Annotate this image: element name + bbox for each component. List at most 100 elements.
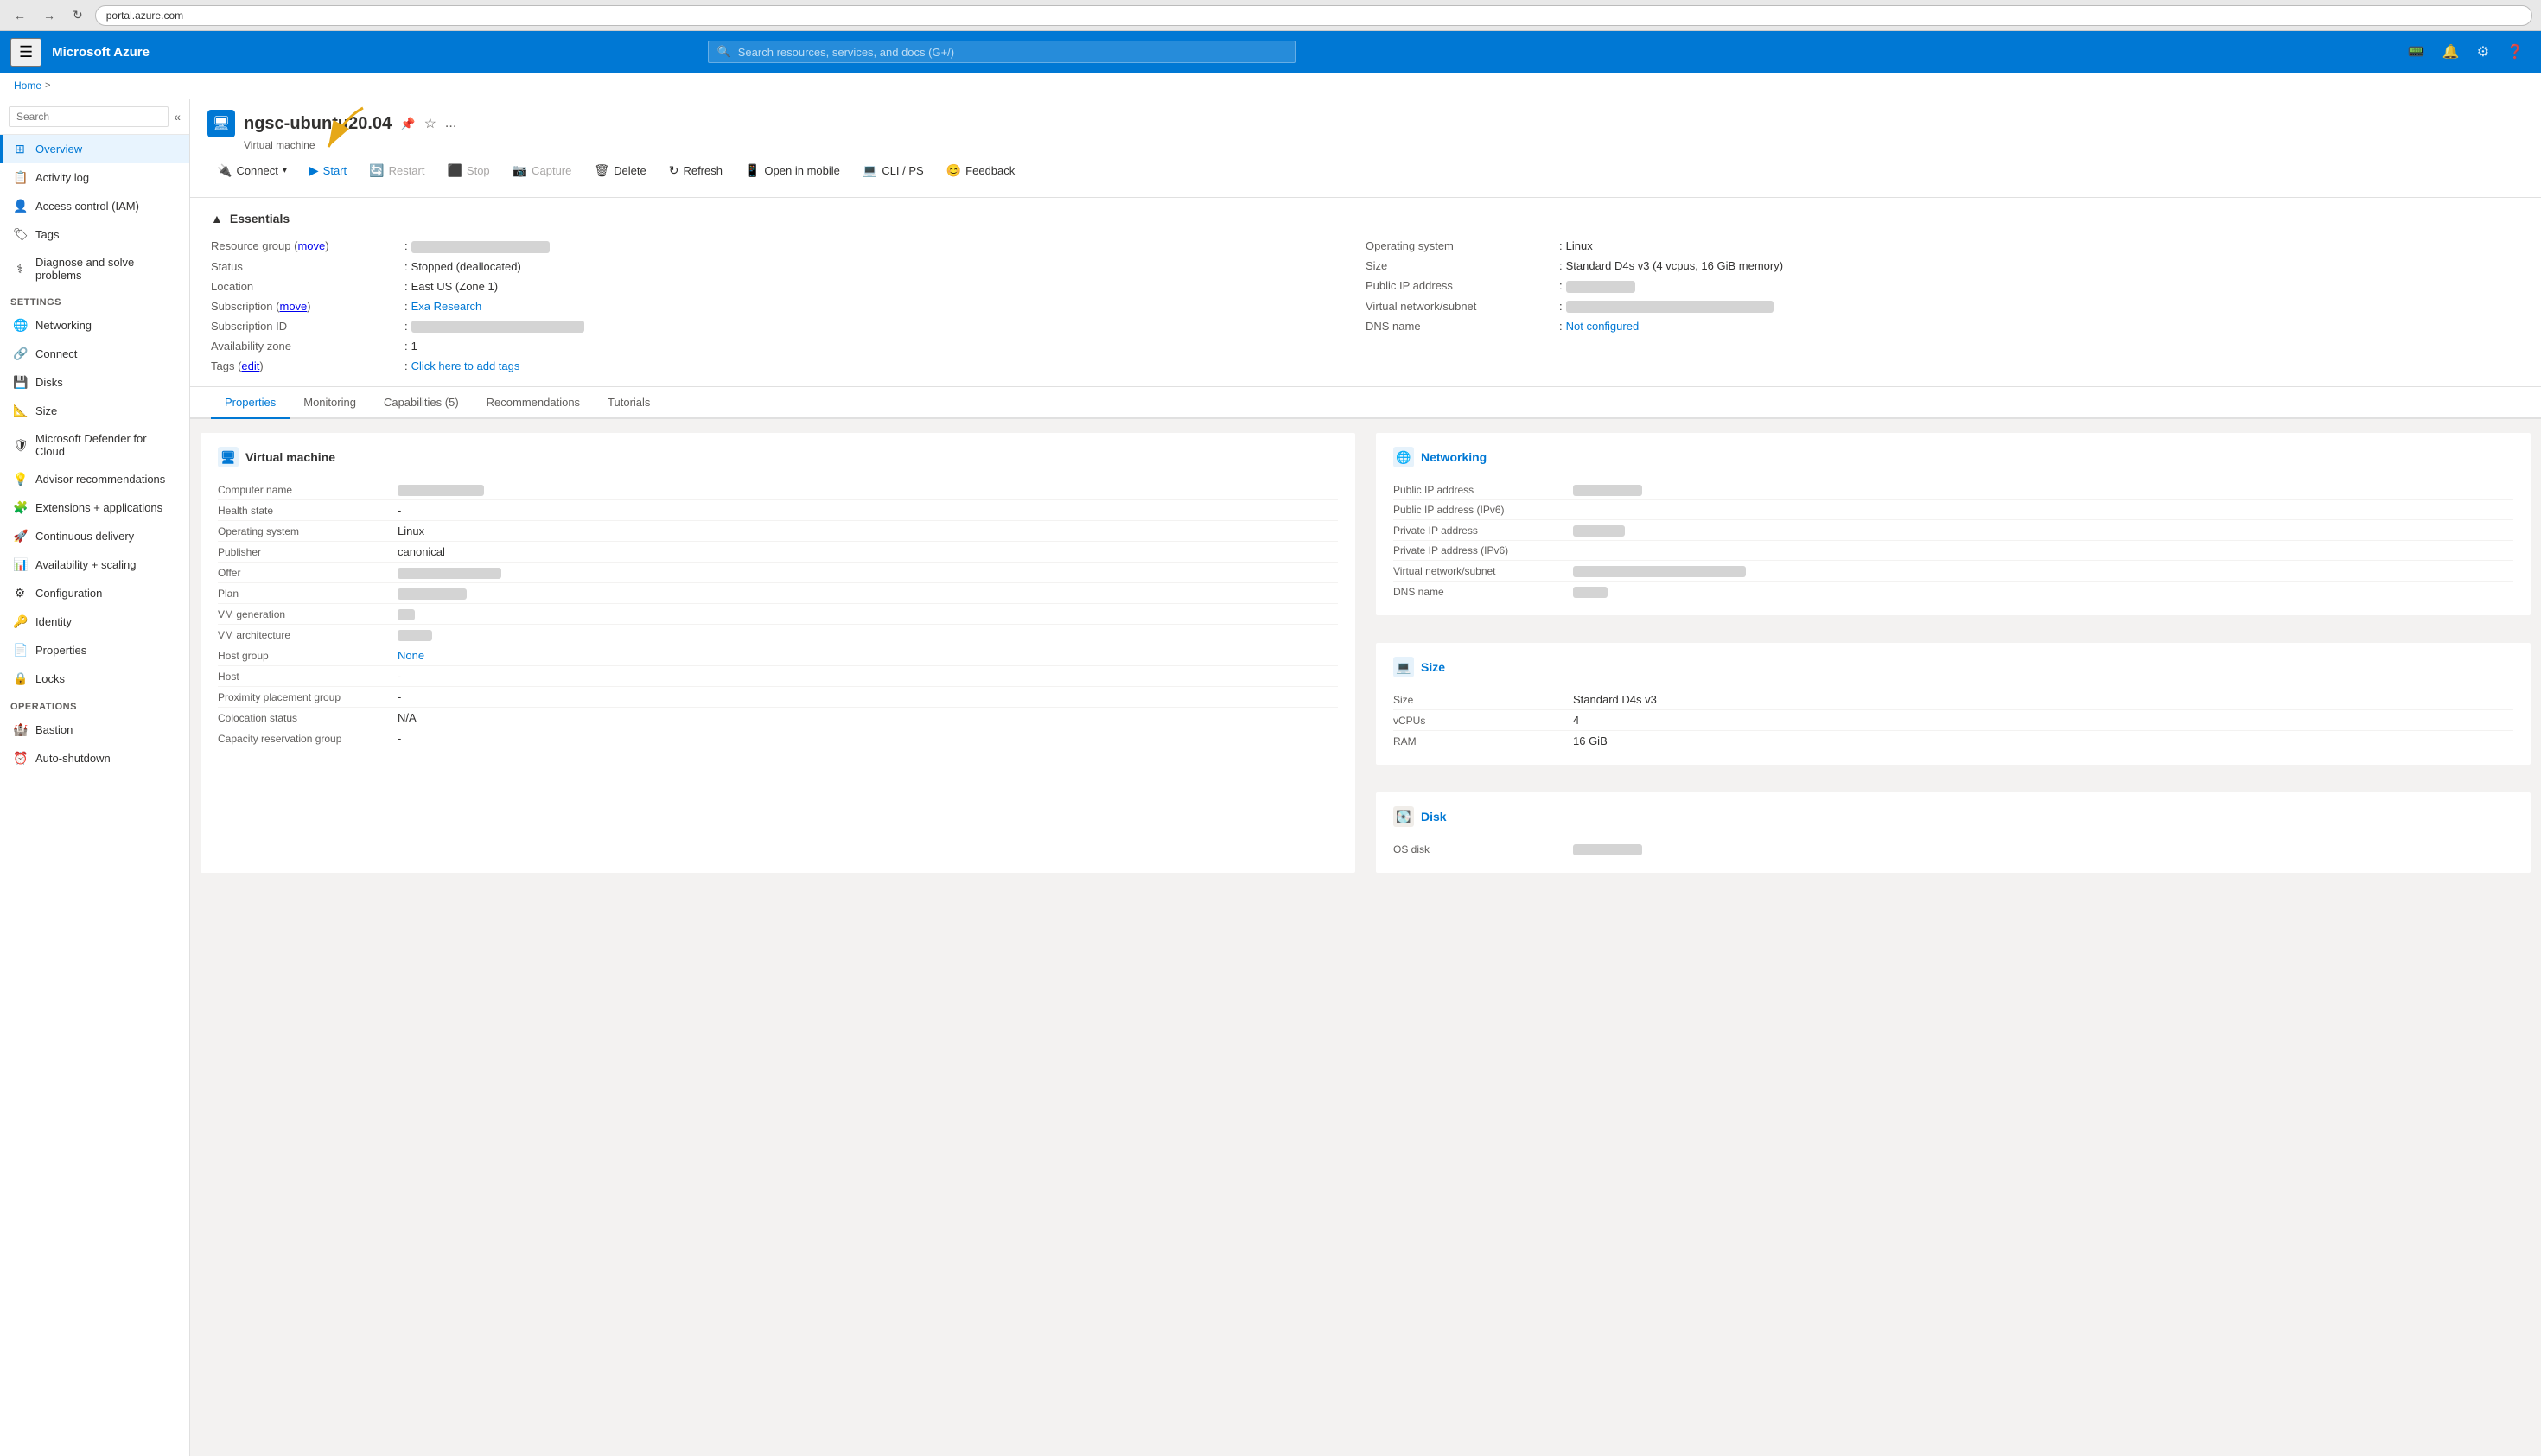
health-state-value: -	[398, 504, 401, 517]
rg-move-link[interactable]: move	[297, 239, 325, 252]
forward-button[interactable]: →	[38, 5, 60, 26]
tags-edit-link[interactable]: edit	[241, 359, 259, 372]
sidebar-item-tags[interactable]: 🏷 Tags	[0, 220, 189, 249]
networking-section: 🌐 Networking Public IP address Public IP…	[1376, 433, 2531, 615]
capture-btn-icon: 📷	[513, 163, 527, 178]
resource-header: 🖥 ngsc-ubuntu20.04 📌 ☆ ... Virtual machi…	[190, 99, 2541, 198]
net-private-ip-v6: Private IP address (IPv6)	[1393, 541, 2513, 561]
sidebar-item-bastion[interactable]: 🏰 Bastion	[0, 715, 189, 744]
settings-icon[interactable]: ⚙	[2470, 38, 2496, 66]
feedback-button[interactable]: 😊 Feedback	[937, 158, 1025, 183]
prop-colocation: Colocation status N/A	[218, 708, 1338, 728]
tab-tutorials[interactable]: Tutorials	[594, 387, 664, 419]
net-vnet-blurred	[1573, 566, 1746, 577]
sidebar-item-availability[interactable]: 📊 Availability + scaling	[0, 550, 189, 579]
sidebar-item-overview[interactable]: ⊞ Overview	[0, 135, 189, 163]
bastion-icon: 🏰	[13, 722, 27, 737]
stop-button[interactable]: ⬛ Stop	[437, 158, 499, 183]
essentials-header: ▲ Essentials	[211, 212, 2520, 226]
url-bar[interactable]	[95, 5, 2532, 26]
sidebar-item-configuration[interactable]: ⚙ Configuration	[0, 579, 189, 607]
sidebar-item-identity[interactable]: 🔑 Identity	[0, 607, 189, 636]
sidebar-item-size[interactable]: 📐 Size	[0, 397, 189, 425]
essentials-right-col: Operating system : Linux Size : Standard…	[1366, 239, 2520, 372]
host-value: -	[398, 670, 401, 683]
pin-button[interactable]: 📌	[400, 117, 415, 131]
help-icon[interactable]: ❓	[2500, 38, 2531, 66]
sidebar-item-extensions[interactable]: 🧩 Extensions + applications	[0, 493, 189, 522]
sidebar-item-properties[interactable]: 📄 Properties	[0, 636, 189, 664]
operations-section-header: Operations	[0, 693, 189, 715]
vnet-blurred	[1566, 301, 1774, 313]
net-pub-ip-blurred	[1573, 485, 1642, 496]
auto-shutdown-icon: ⏰	[13, 751, 27, 766]
defender-icon: 🛡	[13, 438, 27, 453]
tab-monitoring[interactable]: Monitoring	[290, 387, 370, 419]
tab-capabilities[interactable]: Capabilities (5)	[370, 387, 473, 419]
feedback-btn-icon: 😊	[946, 163, 961, 178]
cli-ps-button[interactable]: 💻 CLI / PS	[853, 158, 933, 183]
host-group-link[interactable]: None	[398, 649, 424, 662]
sidebar-item-connect[interactable]: 🔗 Connect	[0, 340, 189, 368]
networking-section-icon: 🌐	[1393, 447, 1414, 467]
offer-blurred	[398, 568, 501, 579]
capture-button[interactable]: 📷 Capture	[503, 158, 582, 183]
sidebar-item-access-control[interactable]: 👤 Access control (IAM)	[0, 192, 189, 220]
favorite-button[interactable]: ☆	[424, 115, 436, 132]
notifications-icon[interactable]: 🔔	[2436, 38, 2467, 66]
prop-health-state: Health state -	[218, 500, 1338, 521]
sub-move-link[interactable]: move	[279, 300, 307, 313]
sidebar-label-size: Size	[35, 404, 57, 417]
sidebar-item-locks[interactable]: 🔒 Locks	[0, 664, 189, 693]
breadcrumb-home[interactable]: Home	[14, 79, 41, 92]
sidebar-label-tags: Tags	[35, 228, 59, 241]
vm-section-icon: 🖥	[218, 447, 239, 467]
global-search-bar[interactable]: 🔍	[708, 41, 1296, 63]
extensions-icon: 🧩	[13, 500, 27, 515]
global-search-input[interactable]	[738, 46, 1286, 59]
prop-offer: Offer	[218, 563, 1338, 583]
refresh-button[interactable]: ↻	[67, 4, 88, 26]
networking-icon: 🌐	[13, 318, 27, 333]
sidebar-item-activity-log[interactable]: 📋 Activity log	[0, 163, 189, 192]
connect-button[interactable]: 🔌 Connect ▾	[207, 158, 296, 183]
tab-recommendations[interactable]: Recommendations	[473, 387, 594, 419]
start-button[interactable]: ▶ Start	[300, 158, 356, 183]
sidebar-label-bastion: Bastion	[35, 723, 73, 736]
sidebar-item-networking[interactable]: 🌐 Networking	[0, 311, 189, 340]
availability-icon: 📊	[13, 557, 27, 572]
content-area: ▲ Essentials Resource group (move) : Sta…	[190, 198, 2541, 1456]
prop-publisher: Publisher canonical	[218, 542, 1338, 563]
dns-link[interactable]: Not configured	[1566, 320, 1640, 333]
more-options-button[interactable]: ...	[445, 116, 456, 131]
essentials-chevron: ▲	[211, 212, 223, 226]
settings-section-header: Settings	[0, 289, 189, 311]
size-section-title: 💻 Size	[1393, 657, 2513, 677]
essentials-grid: Resource group (move) : Status : Stopped…	[211, 239, 2520, 372]
restart-button[interactable]: 🔄 Restart	[360, 158, 434, 183]
vm-size-prop: Standard D4s v3	[1573, 693, 1657, 706]
tab-properties[interactable]: Properties	[211, 387, 290, 419]
sidebar-label-locks: Locks	[35, 672, 65, 685]
back-button[interactable]: ←	[9, 5, 31, 26]
sidebar-item-disks[interactable]: 💾 Disks	[0, 368, 189, 397]
hamburger-menu[interactable]: ☰	[10, 38, 41, 67]
prop-capacity: Capacity reservation group -	[218, 728, 1338, 748]
delete-button[interactable]: 🗑 Delete	[584, 158, 655, 183]
cloud-shell-icon[interactable]: 📟	[2401, 38, 2432, 66]
sidebar-item-advisor[interactable]: 💡 Advisor recommendations	[0, 465, 189, 493]
sidebar-label-availability: Availability + scaling	[35, 558, 136, 571]
sidebar-item-diagnose[interactable]: ⚕ Diagnose and solve problems	[0, 249, 189, 289]
open-mobile-button[interactable]: 📱 Open in mobile	[736, 158, 850, 183]
subscription-link[interactable]: Exa Research	[411, 300, 482, 313]
add-tags-link[interactable]: Click here to add tags	[411, 359, 520, 372]
refresh-button[interactable]: ↻ Refresh	[659, 158, 732, 183]
sidebar-item-auto-shutdown[interactable]: ⏰ Auto-shutdown	[0, 744, 189, 773]
sidebar-search-input[interactable]	[9, 106, 169, 127]
sidebar-item-continuous-delivery[interactable]: 🚀 Continuous delivery	[0, 522, 189, 550]
sidebar-collapse-button[interactable]: «	[174, 110, 181, 124]
prop-vm-arch: VM architecture	[218, 625, 1338, 645]
right-sections: 🌐 Networking Public IP address Public IP…	[1366, 419, 2541, 887]
prop-plan: Plan	[218, 583, 1338, 604]
sidebar-item-defender[interactable]: 🛡 Microsoft Defender for Cloud	[0, 425, 189, 465]
